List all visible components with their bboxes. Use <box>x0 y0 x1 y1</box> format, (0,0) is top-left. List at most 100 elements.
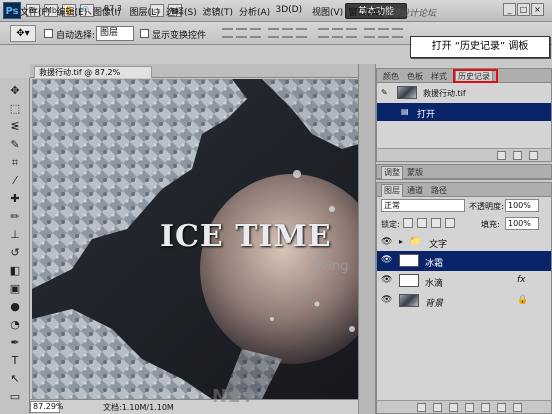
layer-row-selected[interactable]: 👁 冰霜 <box>377 251 551 271</box>
delete-layer-icon[interactable] <box>513 403 522 412</box>
type-tool-icon[interactable]: T <box>6 352 24 370</box>
distribute-left-icon[interactable] <box>364 28 375 38</box>
history-snapshot[interactable]: ✎ 救援行动.tif <box>377 84 551 102</box>
show-transform-checkbox[interactable] <box>140 29 149 38</box>
fill-input[interactable]: 100% <box>505 217 539 230</box>
path-select-tool-icon[interactable]: ↖ <box>6 370 24 388</box>
tab-color[interactable]: 颜色 <box>381 71 401 82</box>
distribute-top-icon[interactable] <box>318 28 329 38</box>
menu-item-6[interactable]: 分析(A) <box>239 5 270 18</box>
align-top-icon[interactable] <box>222 28 233 38</box>
distribute-bottom-icon[interactable] <box>346 28 357 38</box>
menu-item-0[interactable]: 文件(F) <box>20 5 50 18</box>
menu-item-7[interactable]: 3D(D) <box>276 5 303 15</box>
eraser-tool-icon[interactable]: ◧ <box>6 262 24 280</box>
document-info[interactable]: 文档:1.10M/1.10M <box>103 402 174 413</box>
menu-item-5[interactable]: 滤镜(T) <box>203 5 234 18</box>
tab-masks[interactable]: 蒙版 <box>405 167 425 178</box>
crop-tool-icon[interactable]: ⌗ <box>6 154 24 172</box>
snapshot-label: 救援行动.tif <box>423 89 466 98</box>
menu-item-2[interactable]: 图像(I) <box>93 5 121 18</box>
menu-item-4[interactable]: 选择(S) <box>166 5 197 18</box>
gradient-tool-icon[interactable]: ▣ <box>6 280 24 298</box>
layer-row-group[interactable]: 👁 ▸ 📁 文字 <box>377 233 551 251</box>
opacity-label: 不透明度: <box>469 202 504 211</box>
new-snapshot-icon[interactable] <box>513 151 522 160</box>
lock-position-icon[interactable] <box>431 218 441 228</box>
tab-channels[interactable]: 通道 <box>405 185 425 196</box>
layer-mask-icon[interactable] <box>449 403 458 412</box>
align-vcenter-icon[interactable] <box>236 28 247 38</box>
lock-image-icon[interactable] <box>417 218 427 228</box>
history-state-label: 打开 <box>417 110 436 120</box>
toolbox: ✥ ⬚ ᓬ ✎ ⌗ ⁄ ✚ ✏ ⊥ ↺ ◧ ▣ ● ◔ ✒ T ↖ ▭ <box>0 78 30 414</box>
layer-thumbnail <box>399 274 419 287</box>
expand-arrow-icon[interactable]: ▸ <box>399 237 403 246</box>
blur-tool-icon[interactable]: ● <box>6 298 24 316</box>
menu-item-3[interactable]: 图层(L) <box>130 5 160 18</box>
show-transform-label: 显示变换控件 <box>152 31 207 41</box>
tab-paths[interactable]: 路径 <box>429 185 449 196</box>
quick-select-tool-icon[interactable]: ✎ <box>6 136 24 154</box>
tab-adjustments[interactable]: 调整 <box>381 166 403 179</box>
document-tab[interactable]: 救援行动.tif @ 87.2%(RGB/8#) <box>34 66 152 88</box>
auto-select-label: 自动选择: <box>56 31 96 41</box>
lock-transparent-icon[interactable] <box>403 218 413 228</box>
folder-icon: 📁 <box>409 236 422 247</box>
distribute-vcenter-icon[interactable] <box>332 28 343 38</box>
layer-name: 背景 <box>425 299 444 309</box>
lock-all-icon[interactable] <box>445 218 455 228</box>
menu-item-9[interactable]: 窗口(W) <box>349 5 383 18</box>
dodge-tool-icon[interactable]: ◔ <box>6 316 24 334</box>
distribute-hcenter-icon[interactable] <box>378 28 389 38</box>
eye-icon[interactable]: 👁 <box>381 295 392 305</box>
eye-icon[interactable]: 👁 <box>381 237 392 247</box>
opacity-input[interactable]: 100% <box>505 199 539 212</box>
fx-badge[interactable]: fx <box>517 275 526 285</box>
tab-styles[interactable]: 样式 <box>429 71 449 82</box>
distribute-right-icon[interactable] <box>392 28 403 38</box>
history-brush-tool-icon[interactable]: ↺ <box>6 244 24 262</box>
history-panel: 颜色 色板 样式 历史记录 ✎ 救援行动.tif ▤ 打开 <box>376 68 552 162</box>
clone-stamp-tool-icon[interactable]: ⊥ <box>6 226 24 244</box>
marquee-tool-icon[interactable]: ⬚ <box>6 100 24 118</box>
adjustment-layer-icon[interactable] <box>465 403 474 412</box>
maximize-button[interactable]: □ <box>517 3 530 16</box>
move-tool-preset[interactable]: ✥▾ <box>10 25 36 42</box>
healing-tool-icon[interactable]: ✚ <box>6 190 24 208</box>
layer-row-background[interactable]: 👁 背景 🔒 <box>377 291 551 311</box>
align-hcenter-icon[interactable] <box>282 28 293 38</box>
link-layers-icon[interactable] <box>417 403 426 412</box>
delete-state-icon[interactable] <box>529 151 538 160</box>
move-tool-icon[interactable]: ✥ <box>6 82 24 100</box>
pen-tool-icon[interactable]: ✒ <box>6 334 24 352</box>
layer-row[interactable]: 👁 水滴 fx <box>377 271 551 291</box>
menu-item-8[interactable]: 视图(V) <box>312 5 343 18</box>
align-bottom-icon[interactable] <box>250 28 261 38</box>
tutorial-callout: 打开 “历史记录” 调板 <box>410 36 550 58</box>
brush-tool-icon[interactable]: ✏ <box>6 208 24 226</box>
lasso-tool-icon[interactable]: ᓬ <box>6 118 24 136</box>
auto-select-checkbox[interactable] <box>44 29 53 38</box>
eye-icon[interactable]: 👁 <box>381 255 392 265</box>
shape-tool-icon[interactable]: ▭ <box>6 388 24 406</box>
new-layer-icon[interactable] <box>497 403 506 412</box>
layer-style-icon[interactable] <box>433 403 442 412</box>
history-state-open[interactable]: ▤ 打开 <box>377 103 551 121</box>
new-document-from-state-icon[interactable] <box>497 151 506 160</box>
eyedropper-tool-icon[interactable]: ⁄ <box>6 172 24 190</box>
minimize-button[interactable]: _ <box>503 3 516 16</box>
layer-name: 水滴 <box>425 279 444 289</box>
menu-item-1[interactable]: 编辑(E) <box>57 5 88 18</box>
document-canvas[interactable]: ICE TIME tiving <box>32 79 376 399</box>
blend-mode-select[interactable]: 正常 <box>381 199 465 212</box>
align-left-icon[interactable] <box>268 28 279 38</box>
zoom-field[interactable]: 87.29% <box>30 401 64 413</box>
new-group-icon[interactable] <box>481 403 490 412</box>
tab-layers[interactable]: 图层 <box>381 184 403 197</box>
align-right-icon[interactable] <box>296 28 307 38</box>
eye-icon[interactable]: 👁 <box>381 275 392 285</box>
auto-select-dropdown[interactable]: 图层 <box>96 26 134 41</box>
close-button[interactable]: × <box>531 3 544 16</box>
tab-swatches[interactable]: 色板 <box>405 71 425 82</box>
